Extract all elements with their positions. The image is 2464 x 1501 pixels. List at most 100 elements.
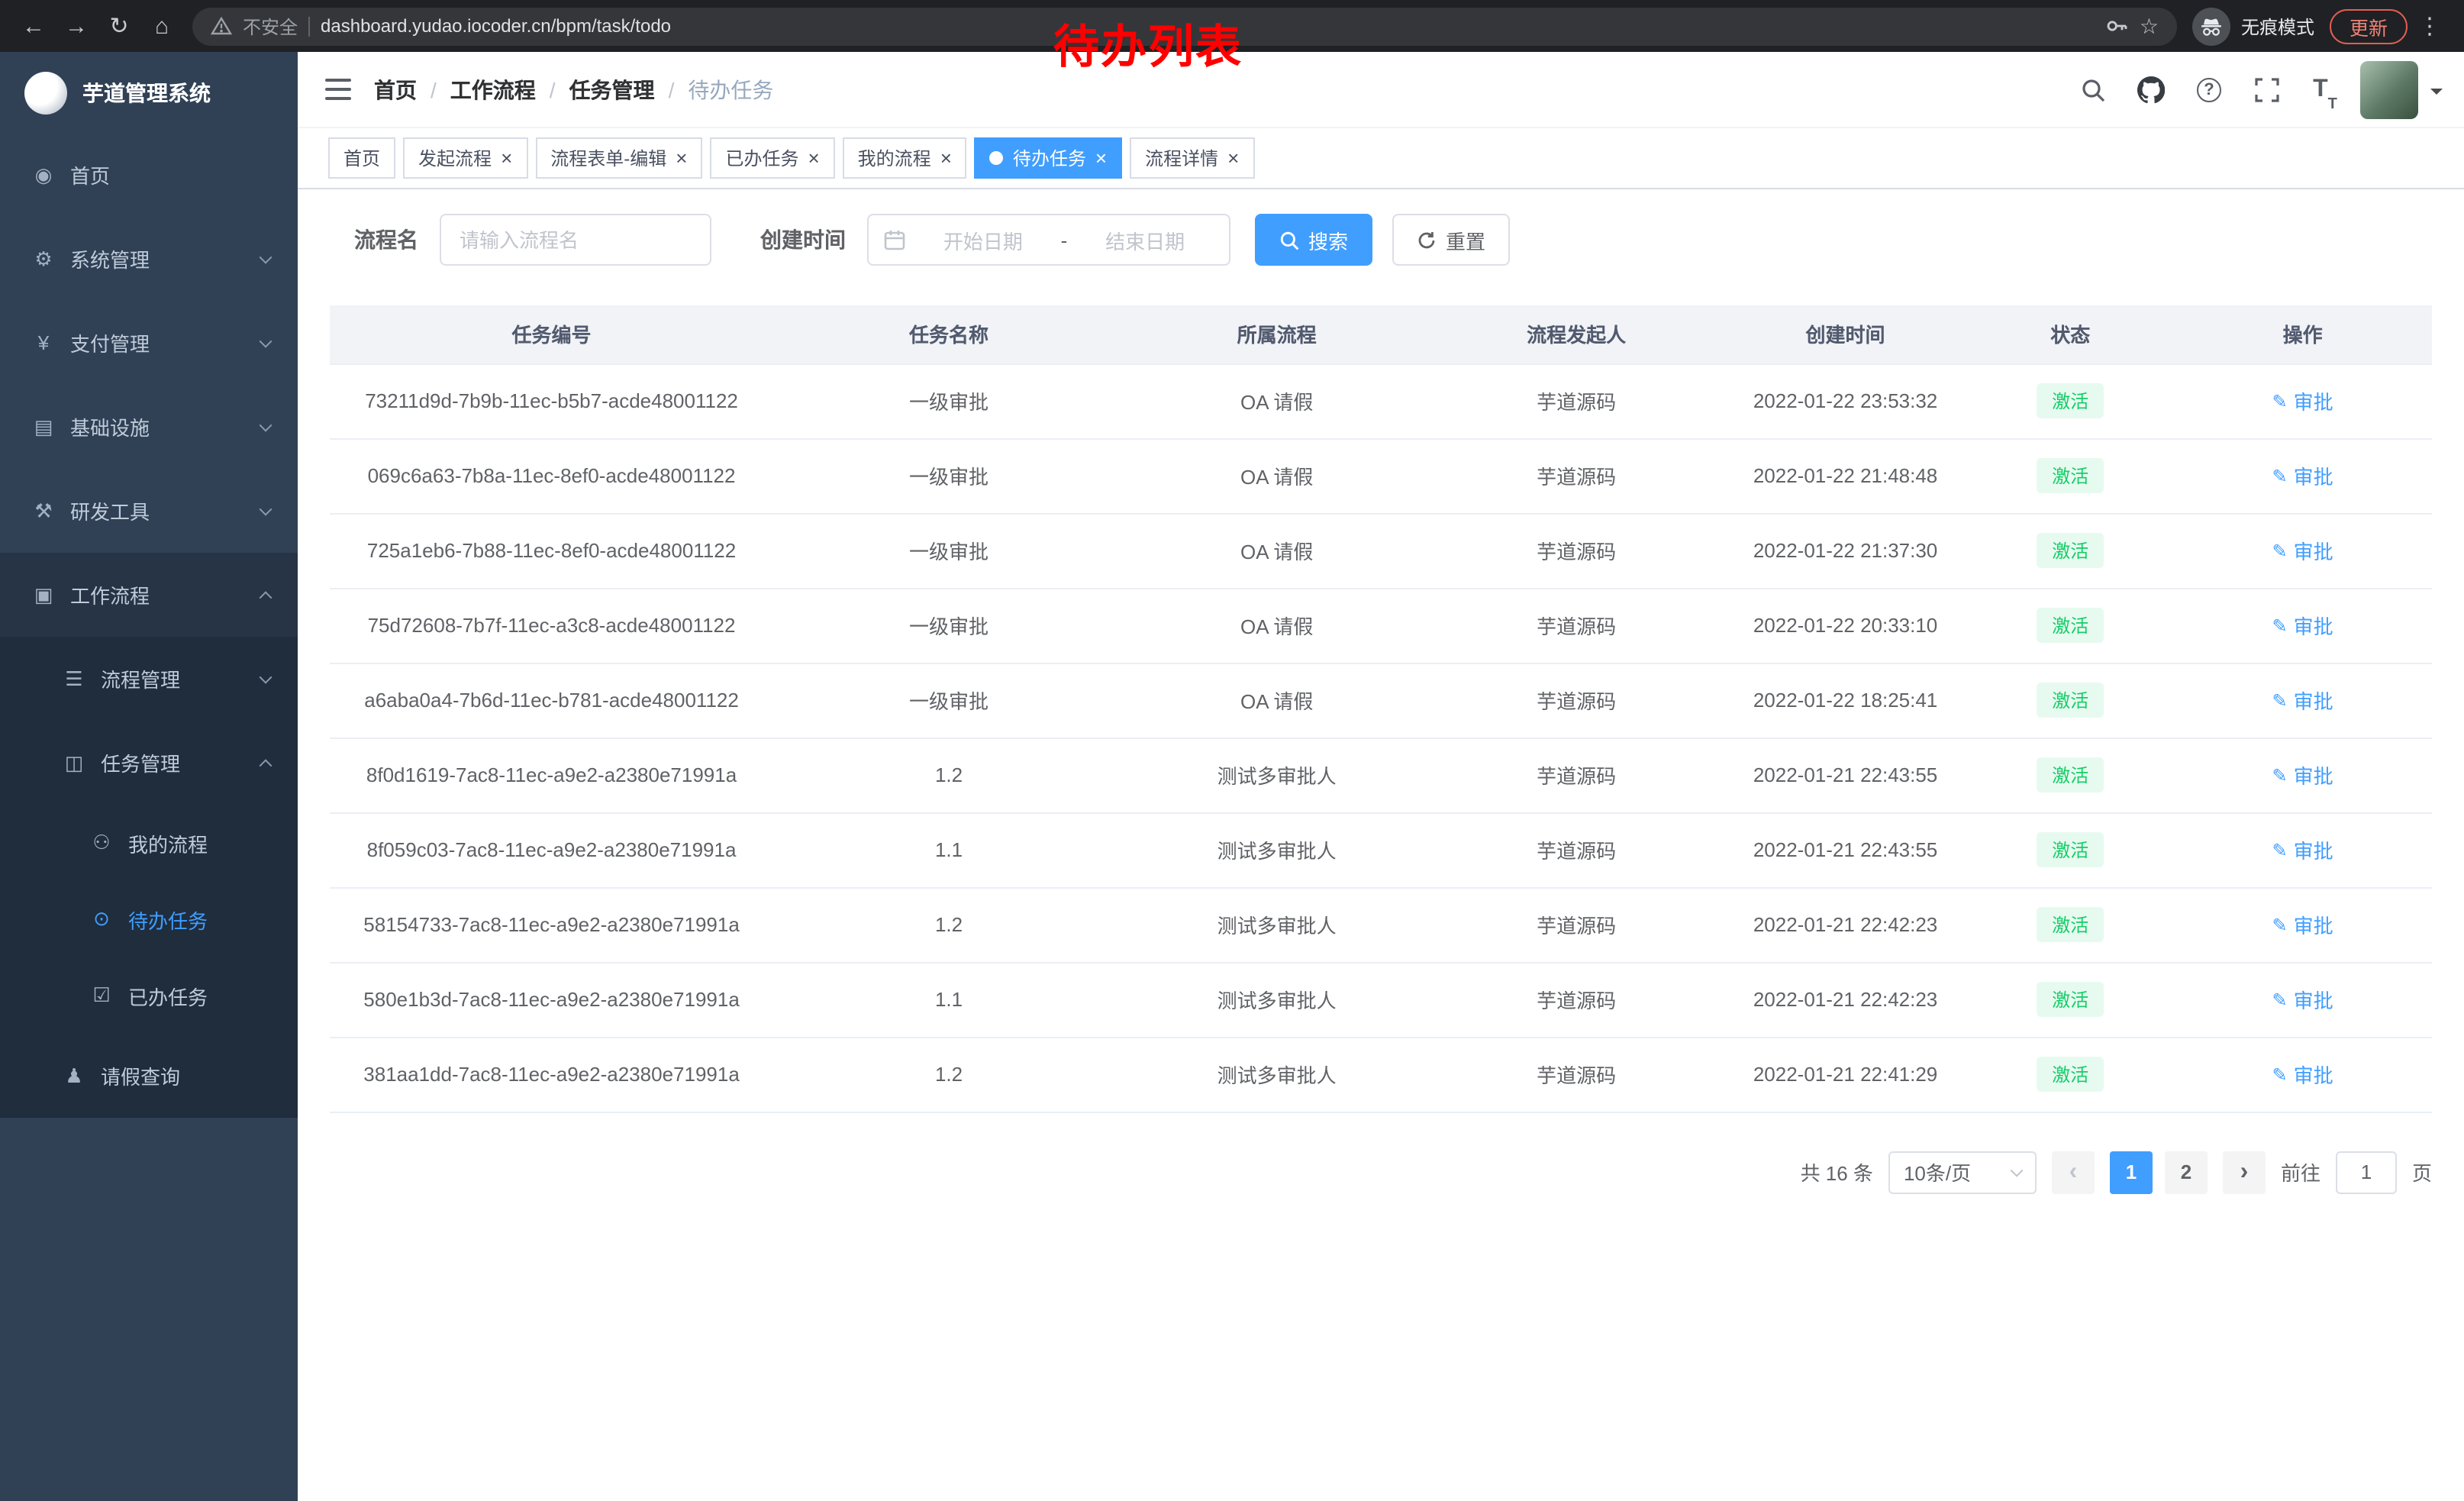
approve-link[interactable]: 审批 <box>2272 461 2333 490</box>
tab-close-icon[interactable] <box>1095 148 1107 168</box>
tab-close-icon[interactable] <box>940 148 952 168</box>
end-date-placeholder: 结束日期 <box>1076 225 1214 254</box>
browser-forward-icon[interactable] <box>55 5 98 47</box>
cell-actions: 审批 <box>2173 363 2432 438</box>
cell-task-id: 069c6a63-7b8a-11ec-8ef0-acde48001122 <box>330 438 773 513</box>
reset-button[interactable]: 重置 <box>1392 214 1510 266</box>
tab-close-icon[interactable] <box>676 148 687 168</box>
cell-actions: 审批 <box>2173 962 2432 1037</box>
sidebar-menu-item[interactable]: ♟ 请假查询 <box>0 1034 298 1118</box>
github-icon[interactable] <box>2128 66 2174 112</box>
app-logo[interactable]: 芋道管理系统 <box>0 52 298 133</box>
sidebar-menu-item[interactable]: ▤ 基础设施 <box>0 385 298 469</box>
process-name-input[interactable] <box>440 214 711 266</box>
page-size-value: 10条/页 <box>1904 1157 1971 1186</box>
browser-menu-icon[interactable] <box>2408 11 2452 40</box>
sidebar-menu-item[interactable]: ▣ 工作流程 <box>0 553 298 637</box>
page-size-select[interactable]: 10条/页 <box>1888 1151 2037 1193</box>
approve-link[interactable]: 审批 <box>2272 760 2333 789</box>
approve-link[interactable]: 审批 <box>2272 386 2333 415</box>
breadcrumb-item[interactable]: 任务管理 <box>569 74 655 105</box>
browser-home-icon[interactable] <box>140 5 183 47</box>
search-button[interactable]: 搜索 <box>1255 214 1372 266</box>
password-key-icon[interactable] <box>2106 15 2129 37</box>
page-number-button[interactable]: 1 <box>2110 1151 2153 1193</box>
cell-status: 激活 <box>1967 887 2173 962</box>
cell-task-name: 一级审批 <box>773 513 1124 588</box>
goto-page-input[interactable] <box>2336 1151 2397 1193</box>
view-tab[interactable]: 流程表单-编辑 <box>535 137 702 179</box>
cell-task-name: 一级审批 <box>773 663 1124 738</box>
font-size-icon[interactable] <box>2302 66 2348 112</box>
cell-created: 2022-01-21 22:42:23 <box>1724 962 1967 1037</box>
update-button[interactable]: 更新 <box>2330 8 2408 44</box>
page-number-button[interactable]: 2 <box>2165 1151 2208 1193</box>
cell-process: OA 请假 <box>1124 363 1429 438</box>
cell-created: 2022-01-22 23:53:32 <box>1724 363 1967 438</box>
approve-link[interactable]: 审批 <box>2272 611 2333 640</box>
approve-link[interactable]: 审批 <box>2272 1060 2333 1089</box>
active-tab-dot <box>990 151 1004 165</box>
cell-task-id: 73211d9d-7b9b-11ec-b5b7-acde48001122 <box>330 363 773 438</box>
avatar[interactable] <box>2360 60 2418 118</box>
chevron-icon <box>260 250 273 263</box>
incognito-icon <box>2192 7 2230 45</box>
cell-initiator: 芋道源码 <box>1429 738 1724 812</box>
date-range-picker[interactable]: 开始日期 - 结束日期 <box>867 214 1230 266</box>
fullscreen-icon[interactable] <box>2244 66 2290 112</box>
browser-refresh-icon[interactable] <box>98 5 140 47</box>
security-label: 不安全 <box>243 13 298 39</box>
sidebar-fold-icon[interactable] <box>325 78 351 101</box>
edit-icon <box>2272 1063 2288 1086</box>
tab-close-icon[interactable] <box>1227 148 1239 168</box>
view-tab[interactable]: 我的流程 <box>843 137 967 179</box>
tab-close-icon[interactable] <box>808 148 819 168</box>
view-tab[interactable]: 已办任务 <box>710 137 834 179</box>
cell-task-name: 1.2 <box>773 1037 1124 1112</box>
cell-task-name: 一级审批 <box>773 588 1124 663</box>
approve-link[interactable]: 审批 <box>2272 910 2333 939</box>
sidebar-menu-item[interactable]: ¥ 支付管理 <box>0 301 298 385</box>
approve-link[interactable]: 审批 <box>2272 835 2333 864</box>
help-icon[interactable] <box>2186 66 2232 112</box>
column-header: 操作 <box>2173 305 2432 363</box>
sidebar-menu-item[interactable]: ⚙ 系统管理 <box>0 217 298 301</box>
breadcrumb-item[interactable]: 待办任务 <box>688 74 773 105</box>
avatar-caret-icon[interactable] <box>2430 88 2443 100</box>
search-button-label: 搜索 <box>1308 225 1348 254</box>
table-row: 580e1b3d-7ac8-11ec-a9e2-a2380e71991a 1.1… <box>330 962 2432 1037</box>
prev-page-button[interactable] <box>2052 1151 2095 1193</box>
chevron-icon <box>260 502 273 515</box>
view-tab[interactable]: 首页 <box>328 137 395 179</box>
main-area: 首页 / 工作流程 / 任务管理 / 待办任务 <box>298 52 2464 1501</box>
search-icon[interactable] <box>2070 66 2116 112</box>
bookmark-star-icon[interactable] <box>2140 13 2159 39</box>
sidebar-menu-item[interactable]: ⚇ 我的流程 <box>0 805 298 881</box>
sidebar-menu-item[interactable]: ⊙ 待办任务 <box>0 881 298 957</box>
approve-link[interactable]: 审批 <box>2272 536 2333 565</box>
sidebar-menu-item[interactable]: ☰ 流程管理 <box>0 637 298 721</box>
sidebar-menu-item[interactable]: ◉ 首页 <box>0 133 298 217</box>
edit-icon <box>2272 913 2288 936</box>
table-row: 381aa1dd-7ac8-11ec-a9e2-a2380e71991a 1.2… <box>330 1037 2432 1112</box>
cell-task-id: 580e1b3d-7ac8-11ec-a9e2-a2380e71991a <box>330 962 773 1037</box>
approve-link[interactable]: 审批 <box>2272 985 2333 1014</box>
sidebar-menu-item[interactable]: ◫ 任务管理 <box>0 721 298 805</box>
sidebar-menu-item[interactable]: ☑ 已办任务 <box>0 957 298 1034</box>
view-tab[interactable]: 待办任务 <box>975 137 1122 179</box>
tab-label: 流程详情 <box>1145 145 1218 171</box>
sidebar-menu: ◉ 首页 ⚙ 系统管理 ¥ 支付管理 ▤ 基础设施 ⚒ 研发工具 ▣ 工作流程 … <box>0 133 298 1118</box>
edit-icon <box>2272 689 2288 712</box>
cell-process: 测试多审批人 <box>1124 962 1429 1037</box>
logo-image <box>24 71 67 114</box>
view-tab[interactable]: 流程详情 <box>1130 137 1254 179</box>
breadcrumb-item[interactable]: 首页 <box>374 74 417 105</box>
browser-back-icon[interactable] <box>12 5 55 47</box>
tab-close-icon[interactable] <box>501 148 512 168</box>
sidebar-menu-item[interactable]: ⚒ 研发工具 <box>0 469 298 553</box>
breadcrumb-item[interactable]: 工作流程 <box>450 74 536 105</box>
next-page-button[interactable] <box>2223 1151 2266 1193</box>
sidebar-item-label: 请假查询 <box>101 1061 270 1090</box>
view-tab[interactable]: 发起流程 <box>403 137 527 179</box>
approve-link[interactable]: 审批 <box>2272 686 2333 715</box>
